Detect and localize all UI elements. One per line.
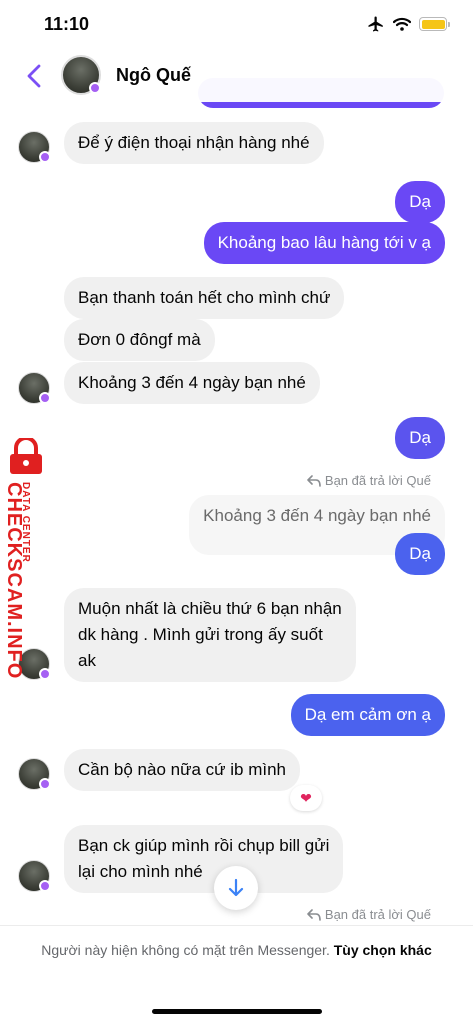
messenger-badge-icon: [39, 668, 51, 680]
messenger-badge-icon: [39, 151, 51, 163]
avatar[interactable]: [18, 131, 51, 163]
avatar[interactable]: [18, 860, 51, 892]
watermark-title: CHECKSCAM.INFO: [3, 482, 25, 680]
messenger-badge-icon: [39, 392, 51, 404]
chat-thread[interactable]: Để ý điện thoại nhận hàng nhé Dạ Khoảng …: [0, 0, 473, 925]
footer-status-text: Người này hiện không có mặt trên Messeng…: [41, 942, 330, 958]
message-line: dk hàng . Mình gửi trong ấy suốt: [78, 625, 323, 644]
message-outgoing[interactable]: Dạ em cảm ơn ạ: [290, 694, 445, 736]
message-incoming[interactable]: Bạn thanh toán hết cho mình chứ: [64, 277, 345, 319]
airplane-icon: [368, 16, 383, 32]
reply-arrow-icon: [307, 474, 321, 487]
status-bar: 11:10: [0, 0, 473, 50]
back-button[interactable]: [22, 62, 46, 90]
arrow-down-icon: [228, 878, 244, 897]
messenger-badge-icon: [39, 880, 51, 892]
messenger-badge-icon: [39, 778, 51, 790]
lock-icon: [10, 438, 42, 474]
messenger-badge-icon: [89, 82, 101, 94]
home-indicator: [152, 1009, 322, 1014]
message-outgoing[interactable]: Dạ: [395, 417, 445, 459]
contact-name[interactable]: Ngô Quế: [116, 65, 191, 86]
message-outgoing[interactable]: Dạ: [395, 181, 445, 223]
message-incoming[interactable]: Đơn 0 đôngf mà: [64, 319, 215, 361]
message-outgoing[interactable]: Khoảng bao lâu hàng tới v ạ: [203, 222, 445, 264]
heart-reaction-icon[interactable]: ❤: [290, 785, 322, 811]
back-chevron-icon: [27, 64, 41, 88]
footer-message: Người này hiện không có mặt trên Messeng…: [30, 939, 443, 961]
reply-indicator: Bạn đã trả lời Quế: [307, 473, 431, 488]
more-options-link[interactable]: Tùy chọn khác: [334, 942, 432, 958]
message-incoming[interactable]: Cần bộ nào nữa cứ ib mình: [64, 749, 300, 791]
reply-arrow-icon: [307, 908, 321, 921]
message-incoming[interactable]: Khoảng 3 đến 4 ngày bạn nhé: [64, 362, 320, 404]
message-line: ak: [78, 651, 96, 670]
scroll-to-bottom-button[interactable]: [214, 866, 258, 910]
message-line: lại cho mình nhé: [78, 862, 203, 881]
wifi-icon: [393, 17, 411, 31]
message-outgoing[interactable]: Dạ: [395, 533, 445, 575]
reply-indicator-text: Bạn đã trả lời Quế: [324, 473, 431, 488]
reply-indicator-text: Bạn đã trả lời Quế: [324, 907, 431, 922]
avatar[interactable]: [18, 758, 51, 790]
message-incoming[interactable]: Để ý điện thoại nhận hàng nhé: [64, 122, 324, 164]
checkscam-watermark: DATA CENTER CHECKSCAM.INFO: [0, 438, 50, 679]
message-line: Bạn ck giúp mình rồi chụp bill gửi: [78, 836, 330, 855]
battery-icon: [419, 17, 450, 31]
reply-indicator: Bạn đã trả lời Quế: [307, 907, 431, 922]
conversation-header: Ngô Quế: [0, 50, 473, 102]
message-line: Muộn nhất là chiều thứ 6 bạn nhận: [78, 599, 342, 618]
message-incoming[interactable]: Muộn nhất là chiều thứ 6 bạn nhận dk hàn…: [64, 588, 356, 682]
avatar[interactable]: [18, 372, 51, 404]
status-time: 11:10: [44, 14, 90, 34]
status-icons: [367, 15, 450, 33]
contact-avatar[interactable]: [61, 55, 101, 95]
message-incoming[interactable]: Bạn ck giúp mình rồi chụp bill gửi lại c…: [64, 825, 344, 893]
